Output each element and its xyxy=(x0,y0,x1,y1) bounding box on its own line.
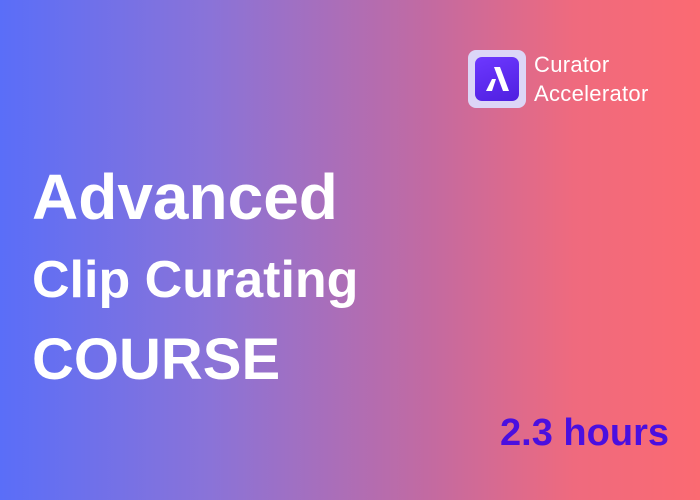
headline-line2: Clip Curating xyxy=(32,251,359,309)
course-duration: 2.3 hours xyxy=(500,412,669,454)
brand-logo xyxy=(468,50,526,108)
brand-name-line1: Curator xyxy=(534,52,610,77)
course-banner: Curator Accelerator Advanced Clip Curati… xyxy=(0,0,700,500)
headline-line1: Advanced xyxy=(32,161,338,233)
brand-name-line2: Accelerator xyxy=(534,81,649,106)
brand-lockup: Curator Accelerator xyxy=(468,50,649,108)
brand-name: Curator Accelerator xyxy=(534,50,649,108)
lambda-a-icon xyxy=(475,57,519,101)
headline-line3: COURSE xyxy=(32,327,281,392)
